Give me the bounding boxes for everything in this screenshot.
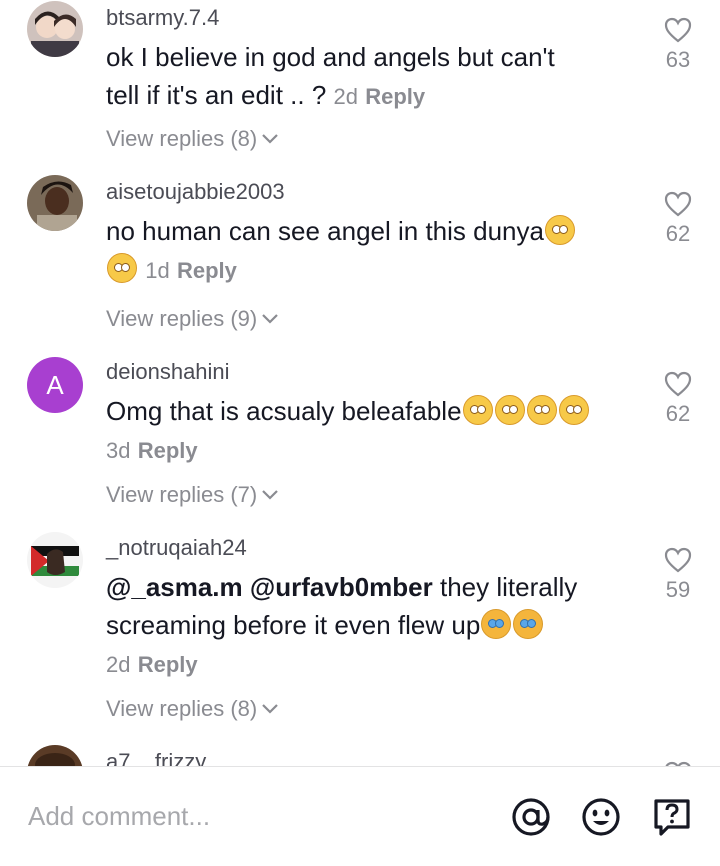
comment-time: 2d bbox=[333, 84, 359, 109]
flushed-face-emoji-icon bbox=[558, 395, 589, 425]
chevron-down-icon bbox=[262, 314, 278, 324]
view-replies-button[interactable]: View replies (7) bbox=[106, 482, 279, 508]
comment-text-line: no human can see angel in this dunya bbox=[106, 212, 626, 250]
chevron-down-icon bbox=[262, 704, 278, 714]
mention-link[interactable]: @_asma.m bbox=[106, 572, 243, 602]
avatar[interactable] bbox=[27, 532, 83, 588]
crying-face-emoji-icon bbox=[513, 609, 544, 639]
comment-text-line: 3d Reply bbox=[106, 430, 626, 470]
heart-outline-icon[interactable] bbox=[664, 371, 692, 397]
view-replies-label: View replies (7) bbox=[106, 482, 258, 507]
flushed-face-emoji-icon bbox=[462, 395, 493, 425]
comment-text-line: screaming before it even flew up bbox=[106, 606, 626, 644]
comment-username[interactable]: deionshahini bbox=[106, 359, 230, 385]
comment-text-tail: tell if it's an edit .. ? bbox=[106, 80, 327, 110]
at-sign-icon[interactable] bbox=[511, 797, 551, 837]
add-comment-input[interactable] bbox=[28, 801, 468, 832]
comment-text-line: Omg that is acsualy beleafable bbox=[106, 392, 626, 430]
pleading-face-emoji-icon bbox=[544, 215, 575, 245]
view-replies-button[interactable]: View replies (8) bbox=[106, 696, 279, 722]
heart-outline-icon[interactable] bbox=[664, 17, 692, 43]
avatar[interactable] bbox=[27, 1, 83, 57]
comment-composer bbox=[0, 767, 720, 866]
avatar[interactable]: A bbox=[27, 357, 83, 413]
heart-outline-icon[interactable] bbox=[664, 547, 692, 573]
comment-text-line: 1d Reply bbox=[106, 250, 626, 290]
crying-face-emoji-icon bbox=[481, 609, 512, 639]
view-replies-button[interactable]: View replies (8) bbox=[106, 126, 279, 152]
like-count: 62 bbox=[665, 221, 691, 246]
like-count: 63 bbox=[665, 47, 691, 72]
question-box-icon[interactable] bbox=[652, 797, 692, 837]
chevron-down-icon bbox=[262, 490, 278, 500]
comment-text-tail: screaming before it even flew up bbox=[106, 610, 481, 640]
comment-time: 2d bbox=[106, 652, 131, 677]
comment-username[interactable]: btsarmy.7.4 bbox=[106, 5, 219, 31]
comment-text-line: tell if it's an edit .. ? 2d Reply bbox=[106, 76, 626, 116]
chevron-down-icon bbox=[262, 134, 278, 144]
comment-text-line: ok I believe in god and angels but can't bbox=[106, 42, 555, 72]
comment-text: Omg that is acsualy beleafable 3d Reply bbox=[106, 392, 626, 470]
view-replies-label: View replies (8) bbox=[106, 696, 258, 721]
reply-button[interactable]: Reply bbox=[177, 258, 237, 283]
heart-outline-icon[interactable] bbox=[664, 191, 692, 217]
like-count: 62 bbox=[665, 401, 691, 426]
view-replies-label: View replies (9) bbox=[106, 306, 258, 331]
reply-button[interactable]: Reply bbox=[365, 84, 425, 109]
view-replies-button[interactable]: View replies (9) bbox=[106, 306, 279, 332]
smiley-icon[interactable] bbox=[581, 797, 621, 837]
comment-text-line: 2d Reply bbox=[106, 644, 626, 684]
comment-time: 1d bbox=[145, 258, 170, 283]
view-replies-label: View replies (8) bbox=[106, 126, 258, 151]
comment-text: ok I believe in god and angels but can't… bbox=[106, 38, 626, 116]
comment-text-line: @_asma.m @urfavb0mber they literally bbox=[106, 568, 626, 606]
reply-button[interactable]: Reply bbox=[138, 652, 198, 677]
reply-button[interactable]: Reply bbox=[138, 438, 198, 463]
comment-text-body: no human can see angel in this dunya bbox=[106, 216, 544, 246]
pleading-face-emoji-icon bbox=[107, 253, 137, 283]
comment-text: @_asma.m @urfavb0mber they literally scr… bbox=[106, 568, 626, 684]
comment-time: 3d bbox=[106, 438, 131, 463]
avatar[interactable] bbox=[27, 175, 83, 231]
flushed-face-emoji-icon bbox=[526, 395, 557, 425]
mention-link[interactable]: @urfavb0mber bbox=[250, 572, 433, 602]
comment-username[interactable]: aisetoujabbie2003 bbox=[106, 179, 285, 205]
flushed-face-emoji-icon bbox=[494, 395, 525, 425]
comment-text-body: Omg that is acsualy beleafable bbox=[106, 396, 462, 426]
comment-text: no human can see angel in this dunya 1d … bbox=[106, 212, 626, 290]
like-count: 59 bbox=[665, 577, 691, 602]
comment-text-body: they literally bbox=[439, 572, 578, 602]
comment-username[interactable]: _notruqaiah24 bbox=[106, 535, 247, 561]
